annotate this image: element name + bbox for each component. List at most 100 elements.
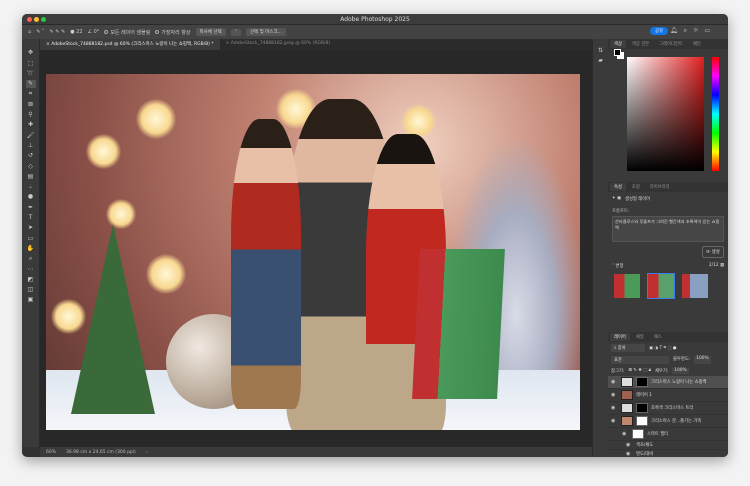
filter-icons[interactable]: ▣ ◑ T ⌗ ⬚ ● <box>649 346 677 351</box>
document-image[interactable] <box>46 74 580 430</box>
screen-mode-icon[interactable]: ▣ <box>26 296 36 304</box>
quick-mask-icon[interactable]: ◫ <box>26 286 36 294</box>
hue-slider[interactable] <box>712 57 719 171</box>
home-icon[interactable]: ⌂ <box>28 29 31 35</box>
lock-row: 잠그기: ⊠ ✎ ✥ ⬚ 🔒︎ 채우기: 100% <box>608 366 728 376</box>
color-picker-field[interactable] <box>627 57 704 171</box>
tab-psd[interactable]: × AdobeStock_74888182.psd @ 60% (크리스마스 노… <box>40 39 220 50</box>
tab-libraries[interactable]: 라이브러리 <box>646 183 674 191</box>
gradient-tool-icon[interactable]: ▤ <box>26 173 36 181</box>
properties-panel: 속성 조정 라이브러리 ✦ ▣ 생성형 레이어 프롬프트: 산타클로스와 루돌프가… <box>608 182 728 317</box>
type-tool-icon[interactable]: T <box>26 214 36 222</box>
document-size[interactable]: 36.98 cm x 24.65 cm (300 ppi) <box>66 450 136 455</box>
layer-row[interactable]: ◉ 초록색 크리스마스 트리 <box>608 402 728 415</box>
select-and-mask-button[interactable]: 선택 및 마스크... <box>245 28 286 36</box>
status-bar: 60% 36.98 cm x 24.65 cm (300 ppi) › <box>40 447 592 457</box>
shape-tool-icon[interactable]: ▭ <box>26 235 36 243</box>
select-subject-button[interactable]: 피사체 선택 <box>195 28 226 36</box>
tab-properties[interactable]: 속성 <box>610 183 626 191</box>
tab-color[interactable]: 색상 <box>610 40 626 48</box>
tab-gradients[interactable]: 그레이디언트 <box>655 40 687 48</box>
foreground-color-swatch[interactable] <box>614 49 621 56</box>
healing-tool-icon[interactable]: ✚ <box>26 121 36 129</box>
quick-selection-tool-icon[interactable]: ✎ ˅ <box>36 29 44 35</box>
eraser-tool-icon[interactable]: ◇ <box>26 163 36 171</box>
visibility-eye-icon[interactable]: ◉ <box>626 442 633 448</box>
visibility-eye-icon[interactable]: ◉ <box>622 431 629 437</box>
lock-icons[interactable]: ⊠ ✎ ✥ ⬚ 🔒︎ <box>628 368 651 374</box>
eyedropper-tool-icon[interactable]: ⚲ <box>26 111 36 119</box>
tab-channels[interactable]: 채널 <box>632 333 648 341</box>
visibility-eye-icon[interactable]: ◉ <box>611 392 618 398</box>
variation-thumbnail[interactable] <box>647 273 675 299</box>
crop-tool-icon[interactable]: ⌗ <box>26 90 36 98</box>
layer-filter-dropdown[interactable]: ⌕ 종류 <box>611 344 645 352</box>
layer-row[interactable]: ◉ 레이어 1 <box>608 389 728 402</box>
zoom-level[interactable]: 60% <box>46 450 56 455</box>
more-tools-icon[interactable]: ⋯ <box>26 266 36 274</box>
variations-toggle[interactable]: ˅ 변형 <box>612 263 623 269</box>
bell-icon[interactable]: 🔔︎ <box>670 27 678 35</box>
tab-layers[interactable]: 레이어 <box>610 333 630 341</box>
angle-field[interactable]: ∠ 0° <box>88 29 100 35</box>
quick-selection-tool-icon[interactable]: ✎ <box>25 80 36 89</box>
marquee-tool-icon[interactable]: ⬚ <box>26 60 36 68</box>
visibility-eye-icon[interactable]: ◉ <box>611 418 618 424</box>
layer-row[interactable]: ◉ 크리스마스 노랑이 나는 쇼핑백 <box>608 376 728 389</box>
variation-thumbnail[interactable] <box>614 274 640 298</box>
search-icon[interactable]: ⌕ <box>684 27 687 35</box>
opacity-field[interactable]: 100% <box>694 356 711 364</box>
filter-row[interactable]: ◉ 색조/채도 <box>608 441 728 450</box>
generate-button[interactable]: ⟳ 생성 <box>702 246 724 258</box>
blur-tool-icon[interactable]: 💧︎ <box>26 183 36 191</box>
color-swatches-icon[interactable]: ◩ <box>26 276 36 284</box>
comments-panel-icon[interactable]: ▰ <box>596 57 606 65</box>
title-bar: Adobe Photoshop 2025 <box>22 14 728 25</box>
workspace-icon[interactable]: ▭ <box>704 27 710 35</box>
history-brush-icon[interactable]: ↺ <box>26 152 36 160</box>
move-tool-icon[interactable]: ✥ <box>26 49 36 57</box>
variation-thumbnail[interactable] <box>682 274 708 298</box>
lock-label: 잠그기: <box>611 369 625 374</box>
prompt-label: 프롬프트: <box>612 209 630 214</box>
lightbulb-icon[interactable]: ☼ <box>693 27 698 35</box>
brush-size[interactable]: ● 22 <box>70 29 82 35</box>
dodge-tool-icon[interactable]: ● <box>26 193 36 201</box>
prompt-input[interactable]: 산타클로스와 루돌프가 그려진 빨간색과 초록색이 있는 쇼핑백 <box>612 216 724 242</box>
tab-swatches[interactable]: 색상 견본 <box>628 40 653 48</box>
lasso-tool-icon[interactable]: ➰ <box>26 70 36 78</box>
status-arrow-icon[interactable]: › <box>146 450 148 455</box>
variations-list <box>608 273 728 299</box>
frame-tool-icon[interactable]: ⊠ <box>26 101 36 109</box>
path-selection-icon[interactable]: ➤ <box>26 224 36 232</box>
zoom-tool-icon[interactable]: ⌕ <box>26 255 36 263</box>
filter-row[interactable]: ◉ 명도/대비 <box>608 450 728 457</box>
layer-type-row: ✦ ▣ 생성형 레이어 <box>608 192 728 206</box>
sample-all-checkbox[interactable]: 모든 레이어 샘플링 <box>104 29 150 36</box>
select-subject-dropdown[interactable]: ˅ <box>230 28 241 36</box>
canvas-area[interactable] <box>40 50 592 447</box>
smart-filter-row[interactable]: ◉ 스마트 필터 <box>608 428 728 441</box>
visibility-eye-icon[interactable]: ◉ <box>626 451 633 457</box>
tab-jpeg[interactable]: × AdobeStock_74888182.jpeg @ 60% (RGB/8) <box>220 39 337 50</box>
layer-row[interactable]: ◉ 크리스마스 분...즐기는 가족 <box>608 415 728 428</box>
selection-mode-icons[interactable]: ✎ ✎ ✎ <box>49 29 65 35</box>
visibility-eye-icon[interactable]: ◉ <box>611 405 618 411</box>
stamp-tool-icon[interactable]: ⊥ <box>26 142 36 150</box>
app-title: Adobe Photoshop 2025 <box>340 16 410 23</box>
visibility-eye-icon[interactable]: ◉ <box>611 379 618 385</box>
tab-patterns[interactable]: 패턴 <box>689 40 705 48</box>
variations-count: 2/12 <box>708 263 719 268</box>
enhance-edge-checkbox[interactable]: 가장자리 향상 <box>155 29 191 36</box>
pen-tool-icon[interactable]: ✒ <box>26 204 36 212</box>
tab-adjustments[interactable]: 조정 <box>628 183 644 191</box>
brush-tool-icon[interactable]: 🖌︎ <box>26 132 36 140</box>
panel-icon-strip: ⇅ ▰ <box>592 39 608 457</box>
tab-paths[interactable]: 패스 <box>650 333 666 341</box>
history-panel-icon[interactable]: ⇅ <box>596 47 606 55</box>
hand-tool-icon[interactable]: ✋ <box>26 245 36 253</box>
grid-view-icon[interactable]: ▦ <box>720 263 724 268</box>
blend-mode-dropdown[interactable]: 표준 <box>611 356 669 364</box>
share-button[interactable]: 공유 <box>650 27 669 35</box>
fill-field[interactable]: 100% <box>672 368 689 374</box>
